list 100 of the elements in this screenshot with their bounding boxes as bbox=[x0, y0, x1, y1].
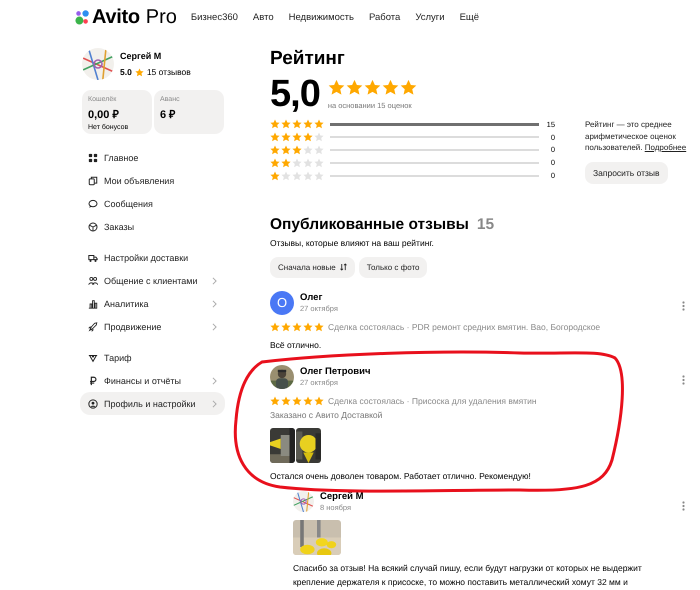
star-icon bbox=[314, 119, 324, 130]
star-icon bbox=[270, 170, 280, 181]
people-icon bbox=[88, 276, 98, 286]
box-icon bbox=[88, 222, 98, 232]
logo-suffix: Pro bbox=[146, 6, 177, 28]
star-icon bbox=[303, 144, 313, 155]
star-icon bbox=[364, 78, 381, 96]
star-icon bbox=[281, 144, 291, 155]
star-icon bbox=[292, 144, 302, 155]
request-review-button[interactable]: Запросить отзыв bbox=[585, 162, 668, 184]
reviews-count: 15 отзывов bbox=[146, 67, 191, 77]
star-icon bbox=[292, 396, 302, 406]
page-title: Рейтинг bbox=[270, 48, 346, 70]
sidebar-item[interactable]: Тариф bbox=[80, 346, 225, 369]
star-icon bbox=[292, 170, 302, 181]
star-icon bbox=[281, 322, 291, 332]
more-link[interactable]: Подробнее bbox=[644, 143, 686, 152]
star-icon bbox=[270, 132, 280, 142]
star-icon bbox=[281, 170, 291, 181]
sidebar-item[interactable]: Мои объявления bbox=[80, 169, 225, 192]
rating-value: 5.0 bbox=[120, 67, 132, 77]
star-icon bbox=[292, 158, 302, 168]
avatar: О bbox=[270, 290, 294, 314]
star-icon bbox=[281, 132, 291, 142]
nav-link[interactable]: Бизнес360 bbox=[190, 12, 238, 22]
star-icon bbox=[134, 68, 144, 76]
star-icon bbox=[292, 322, 302, 332]
reviewer-name: Олег bbox=[300, 292, 324, 303]
nav-link[interactable]: Авто bbox=[252, 12, 274, 22]
star-icon bbox=[270, 158, 280, 168]
rating-info-text: Рейтинг — это среднее арифметическое оценок пользователей. Подробнее bbox=[585, 119, 688, 154]
truck-icon bbox=[88, 252, 98, 262]
rocket-icon bbox=[88, 322, 98, 332]
star-icon bbox=[270, 322, 280, 332]
section-title: Опубликованные отзывы bbox=[270, 216, 469, 234]
star-icon bbox=[314, 144, 324, 155]
sidebar-item[interactable]: Сообщения bbox=[80, 192, 225, 215]
grid-icon bbox=[88, 152, 98, 162]
star-icon bbox=[281, 158, 291, 168]
documents-icon bbox=[88, 176, 98, 186]
nav-link[interactable]: Работа bbox=[368, 12, 400, 22]
delivery-note: Заказано с Авито Доставкой bbox=[270, 410, 384, 420]
review-text: Остался очень доволен товаром. Работает отлично. Рекомендую! bbox=[270, 470, 532, 482]
chart-icon bbox=[88, 298, 98, 308]
star-icon bbox=[303, 322, 313, 332]
star-icon bbox=[281, 119, 291, 130]
badge-icon bbox=[88, 352, 98, 362]
sidebar-item[interactable]: Профиль и настройки bbox=[80, 392, 225, 415]
ruble-icon bbox=[88, 376, 98, 386]
sidebar-item[interactable]: Настройки доставки bbox=[80, 246, 225, 269]
review-meta: Сделка состоялась · Присоска для удаления вмятин bbox=[328, 396, 537, 406]
star-icon bbox=[303, 396, 313, 406]
star-icon bbox=[314, 132, 324, 142]
profile-name: Сергей М bbox=[120, 51, 162, 61]
chat-icon bbox=[88, 198, 98, 208]
nav-link[interactable]: Недвижимость bbox=[288, 12, 354, 22]
review-text: Всё отлично. bbox=[270, 338, 322, 352]
sidebar-item[interactable]: Заказы bbox=[80, 215, 225, 238]
rating-score: 5,0 bbox=[270, 74, 320, 114]
sidebar-item[interactable]: Аналитика bbox=[80, 292, 225, 315]
star-icon bbox=[303, 158, 313, 168]
star-icon bbox=[303, 132, 313, 142]
reply-text: Спасибо за отзыв! На всякий случай пишу, если будут нагрузки от которых не выдержит крепление держателя к присоске, то можно поставить металлический хомут 32 мм и bbox=[293, 562, 643, 588]
star-icon bbox=[382, 78, 399, 96]
reviewer-name: Сергей М bbox=[320, 490, 364, 502]
review-meta: Сделка состоялась · PDR ремонт средних вмятин. Вао, Богородское bbox=[328, 322, 600, 332]
sidebar-item[interactable]: Главное bbox=[80, 146, 225, 169]
star-icon bbox=[314, 322, 324, 332]
star-icon bbox=[346, 78, 363, 96]
star-icon bbox=[303, 170, 313, 181]
sidebar-item[interactable]: Продвижение bbox=[80, 315, 225, 338]
star-icon bbox=[314, 158, 324, 168]
star-icon bbox=[303, 119, 313, 130]
star-icon bbox=[270, 144, 280, 155]
star-icon bbox=[281, 396, 291, 406]
sidebar-item[interactable]: Общение с клиентами bbox=[80, 269, 225, 292]
star-icon bbox=[328, 78, 345, 96]
star-icon bbox=[314, 170, 324, 181]
logo-icon bbox=[75, 9, 90, 25]
filter-chip[interactable]: Только с фото bbox=[358, 256, 428, 278]
more-icon[interactable] bbox=[682, 500, 685, 510]
wallet-amount: 6 ₽ bbox=[160, 108, 176, 121]
section-count: 15 bbox=[476, 216, 494, 234]
more-icon[interactable] bbox=[682, 374, 685, 384]
sidebar-item[interactable]: Финансы и отчёты bbox=[80, 369, 225, 392]
star-icon bbox=[400, 78, 417, 96]
filter-chip[interactable]: Сначала новые bbox=[270, 256, 355, 278]
nav-link[interactable]: Ещё bbox=[460, 12, 479, 22]
star-icon bbox=[270, 119, 280, 130]
reviewer-name: Олег Петрович bbox=[300, 366, 370, 377]
user-icon bbox=[88, 398, 98, 408]
star-icon bbox=[292, 132, 302, 142]
star-icon bbox=[292, 119, 302, 130]
more-icon[interactable] bbox=[682, 300, 685, 310]
section-subtitle: Отзывы, которые влияют на ваш рейтинг. bbox=[270, 238, 435, 248]
logo-text: Avito bbox=[92, 6, 140, 28]
wallet-amount: 0,00 ₽ bbox=[88, 108, 120, 121]
nav-link[interactable]: Услуги bbox=[415, 12, 445, 22]
star-icon bbox=[270, 396, 280, 406]
star-icon bbox=[314, 396, 324, 406]
